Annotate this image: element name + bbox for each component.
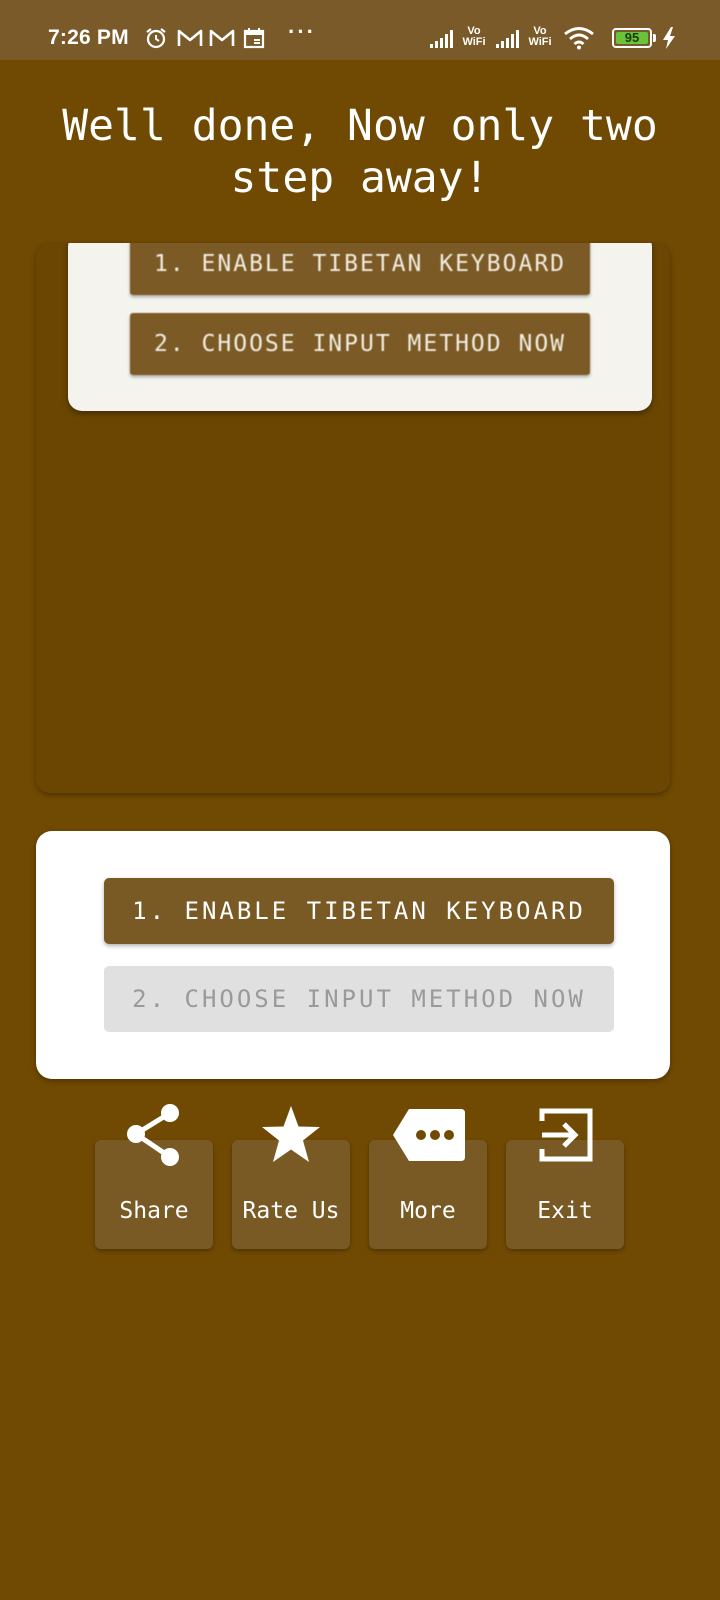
gmail-icon — [209, 29, 235, 46]
status-time: 7:26 PM — [48, 26, 129, 49]
gmail-icon — [177, 29, 203, 46]
preview-dialog: 1. ENABLE TIBETAN KEYBOARD 2. CHOOSE INP… — [68, 243, 652, 411]
vowifi-icon: Vo WiFi — [462, 25, 486, 48]
charging-icon — [663, 27, 675, 49]
more-tag-icon — [393, 1109, 465, 1161]
signal-icon — [430, 30, 453, 48]
share-label: Share — [119, 1198, 189, 1224]
vowifi-icon: Vo WiFi — [528, 25, 552, 48]
share-icon — [127, 1104, 179, 1166]
instruction-preview-image: 1. ENABLE TIBETAN KEYBOARD 2. CHOOSE INP… — [36, 243, 670, 793]
exit-icon — [539, 1108, 593, 1162]
rate-us-label: Rate Us — [242, 1198, 340, 1224]
exit-label: Exit — [537, 1198, 593, 1224]
enable-keyboard-button[interactable]: 1. ENABLE TIBETAN KEYBOARD — [104, 878, 614, 944]
more-notifications-icon: ··· — [288, 19, 316, 44]
choose-input-method-button[interactable]: 2. CHOOSE INPUT METHOD NOW — [104, 966, 614, 1032]
steps-card: 1. ENABLE TIBETAN KEYBOARD 2. CHOOSE INP… — [36, 831, 670, 1079]
wifi-icon — [564, 27, 594, 50]
alarm-icon — [146, 28, 166, 49]
battery-level: 95 — [624, 30, 640, 45]
status-bar: 7:26 PM ··· Vo WiFi Vo WiFi 95 — [0, 0, 720, 60]
preview-step1-label: 1. ENABLE TIBETAN KEYBOARD — [130, 243, 590, 295]
page-title: Well done, Now only two step away! — [62, 101, 658, 203]
battery-icon: 95 — [612, 28, 652, 48]
star-icon — [262, 1106, 320, 1162]
signal-icon — [496, 30, 519, 48]
preview-step2-label: 2. CHOOSE INPUT METHOD NOW — [130, 313, 590, 375]
calendar-icon — [243, 28, 265, 49]
more-label: More — [400, 1198, 456, 1224]
